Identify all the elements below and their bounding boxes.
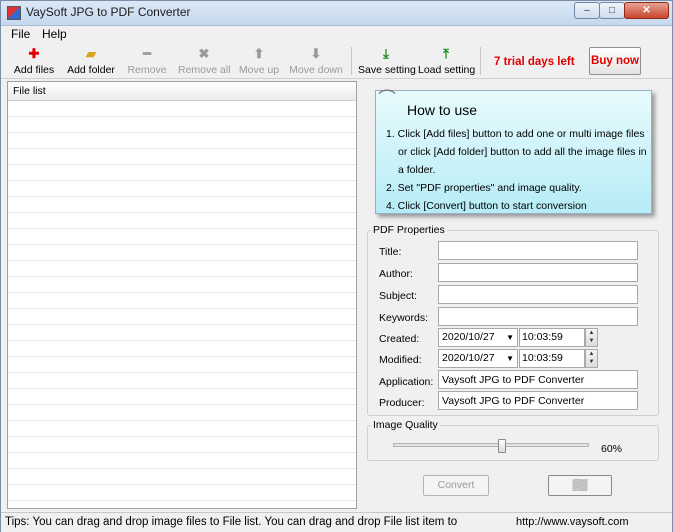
how-to-step: 1. Click [Add files] button to add one o… — [386, 128, 647, 176]
spin-up-icon[interactable]: ▲ — [589, 351, 595, 357]
how-to-step: 2. Set "PDF properties" and image qualit… — [386, 182, 582, 194]
window-title: VaySoft JPG to PDF Converter — [26, 5, 191, 19]
created-time-input[interactable]: 10:03:59 — [519, 328, 585, 347]
download-icon: ⤓ — [383, 46, 389, 61]
author-label: Author: — [379, 268, 413, 280]
add-files-button[interactable]: ✚ Add files — [13, 47, 55, 77]
image-quality-slider-thumb[interactable] — [497, 439, 506, 453]
move-down-button[interactable]: ⬇ Move down — [289, 47, 343, 77]
modified-date-picker[interactable]: 2020/10/27 ▼ — [438, 349, 518, 368]
maximize-button[interactable]: □ — [599, 2, 625, 19]
save-setting-button[interactable]: ⤓ Save setting — [358, 46, 416, 77]
spin-down-icon[interactable]: ▼ — [589, 338, 595, 344]
app-window: VaySoft JPG to PDF Converter – □ ✕ File … — [0, 0, 673, 532]
dropdown-arrow-icon[interactable]: ▼ — [506, 350, 514, 367]
producer-input[interactable] — [438, 391, 638, 410]
subject-label: Subject: — [379, 290, 417, 302]
menu-file[interactable]: File — [11, 27, 30, 41]
how-to-step: 4. Click [Convert] button to start conve… — [386, 200, 587, 212]
image-quality-slider-track[interactable] — [393, 443, 589, 447]
buy-now-button[interactable]: Buy now — [589, 47, 641, 75]
created-date-picker[interactable]: 2020/10/27 ▼ — [438, 328, 518, 347]
modified-date-value: 2020/10/27 — [442, 352, 495, 364]
keywords-label: Keywords: — [379, 312, 429, 324]
close-button[interactable]: ✕ — [624, 2, 669, 19]
subject-input[interactable] — [438, 285, 638, 304]
add-folder-button[interactable]: ▰ Add folder — [65, 47, 117, 77]
status-bar: Tips: You can drag and drop image files … — [1, 512, 672, 532]
how-to-use-title: How to use — [407, 102, 478, 118]
application-input[interactable] — [438, 370, 638, 389]
created-time-spinner[interactable]: ▲ ▼ — [585, 328, 598, 347]
x-icon: ✖ — [198, 46, 210, 61]
created-label: Created: — [379, 333, 420, 345]
toolbar-separator — [480, 47, 481, 75]
toolbar-separator — [351, 47, 352, 75]
file-list[interactable]: File list — [7, 81, 357, 509]
title-bar: VaySoft JPG to PDF Converter – □ ✕ — [1, 1, 672, 26]
minimize-button[interactable]: – — [574, 2, 600, 19]
modified-time-spinner[interactable]: ▲ ▼ — [585, 349, 598, 368]
pdf-properties-label: PDF Properties — [371, 224, 447, 236]
file-list-column-label: File list — [13, 85, 46, 97]
status-tips: Tips: You can drag and drop image files … — [5, 516, 458, 528]
keywords-input[interactable] — [438, 307, 638, 326]
dropdown-arrow-icon[interactable]: ▼ — [506, 329, 514, 346]
file-list-header[interactable]: File list — [8, 82, 356, 101]
minus-icon: ━ — [143, 46, 151, 61]
created-date-value: 2020/10/27 — [442, 331, 495, 343]
upload-icon: ⤒ — [443, 46, 449, 61]
how-to-use-steps: 1. Click [Add files] button to add one o… — [386, 125, 648, 215]
convert-button[interactable]: Convert — [423, 475, 489, 496]
move-up-button[interactable]: ⬆ Move up — [237, 47, 281, 77]
author-input[interactable] — [438, 263, 638, 282]
image-quality-value: 60% — [601, 443, 623, 455]
website-link[interactable]: http://www.vaysoft.com — [516, 516, 628, 528]
image-quality-label: Image Quality — [371, 419, 440, 431]
folder-icon: ▰ — [86, 46, 96, 61]
load-setting-button[interactable]: ⤒ Load setting — [418, 46, 475, 77]
file-list-rows[interactable] — [8, 101, 356, 508]
arrow-up-icon: ⬆ — [253, 46, 265, 61]
paperclip-icon: ⌒ — [378, 89, 396, 109]
toolbar: ✚ Add files ▰ Add folder ━ Remove ✖ Remo… — [1, 44, 672, 79]
remove-button[interactable]: ━ Remove — [126, 47, 168, 77]
remove-all-button[interactable]: ✖ Remove all — [178, 46, 231, 77]
title-input[interactable] — [438, 241, 638, 260]
title-label: Title: — [379, 246, 402, 258]
how-to-use-panel: ⌒ How to use 1. Click [Add files] button… — [375, 89, 652, 215]
modified-label: Modified: — [379, 354, 422, 366]
plus-icon: ✚ — [28, 46, 40, 61]
spin-up-icon[interactable]: ▲ — [589, 330, 595, 336]
spin-down-icon[interactable]: ▼ — [589, 359, 595, 365]
application-label: Application: — [379, 376, 434, 388]
menu-bar: File Help — [1, 26, 672, 43]
menu-help[interactable]: Help — [42, 27, 67, 41]
trial-days-label: 7 trial days left — [494, 56, 575, 68]
producer-label: Producer: — [379, 397, 425, 409]
app-logo-icon — [7, 6, 21, 20]
exit-button[interactable]: ▒▒ — [548, 475, 612, 496]
modified-time-input[interactable]: 10:03:59 — [519, 349, 585, 368]
arrow-down-icon: ⬇ — [310, 46, 322, 61]
